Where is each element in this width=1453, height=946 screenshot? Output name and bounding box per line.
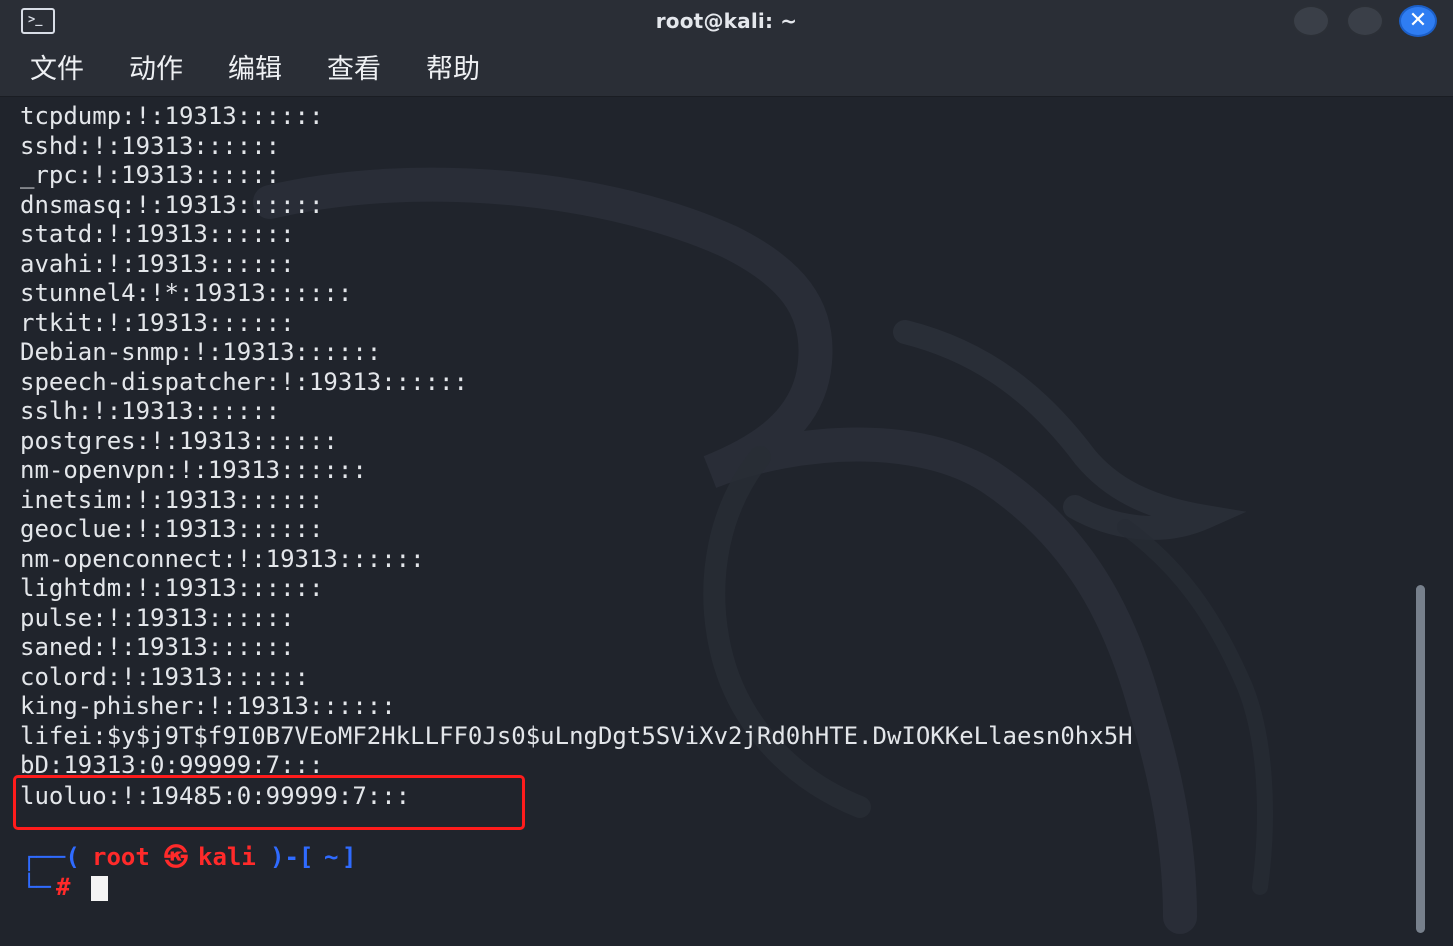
prompt-hash: # bbox=[56, 873, 71, 901]
prompt-host: kali bbox=[198, 843, 256, 871]
prompt-path-close: ] bbox=[342, 843, 357, 871]
output-line: geoclue:!:19313:::::: bbox=[20, 515, 324, 543]
prompt-user: root bbox=[92, 843, 150, 871]
terminal-cursor bbox=[91, 876, 108, 901]
output-line: speech-dispatcher:!:19313:::::: bbox=[20, 367, 468, 396]
prompt-at-symbol: ㉿ bbox=[164, 843, 188, 871]
output-line: colord:!:19313:::::: bbox=[20, 662, 309, 691]
output-line: king-phisher:!:19313:::::: bbox=[20, 692, 396, 720]
output-line: avahi:!:19313:::::: bbox=[20, 249, 295, 278]
highlight-box bbox=[13, 775, 525, 830]
prompt-bottom-left: └─ bbox=[22, 873, 51, 901]
output-line: rtkit:!:19313:::::: bbox=[20, 308, 295, 337]
output-line: pulse:!:19313:::::: bbox=[20, 603, 295, 632]
output-line: postgres:!:19313:::::: bbox=[20, 426, 338, 455]
menu-item-actions[interactable]: 动作 bbox=[129, 54, 183, 86]
close-button[interactable]: ✕ bbox=[1399, 5, 1437, 37]
output-line-hash: lifei:$y$j9T$f9I0B7VEoMF2HkLLFF0Js0$uLng… bbox=[20, 721, 1133, 750]
output-line: lightdm:!:19313:::::: bbox=[20, 574, 324, 602]
output-line: _rpc:!:19313:::::: bbox=[20, 161, 281, 189]
menu-item-file[interactable]: 文件 bbox=[30, 54, 84, 86]
output-line: stunnel4:!*:19313:::::: bbox=[20, 279, 353, 307]
output-line: sslh:!:19313:::::: bbox=[20, 397, 281, 425]
maximize-button[interactable] bbox=[1346, 5, 1384, 37]
prompt-path: ~ bbox=[324, 843, 339, 871]
output-line: saned:!:19313:::::: bbox=[20, 633, 295, 661]
output-line: inetsim:!:19313:::::: bbox=[20, 485, 324, 514]
output-line: Debian-snmp:!:19313:::::: bbox=[20, 338, 382, 366]
prompt-close-and-path-open: )-[ bbox=[270, 843, 314, 871]
menu-item-help[interactable]: 帮助 bbox=[426, 54, 480, 86]
terminal-window: >_ root@kali: ~ ✕ 文件 动作 编辑 查看 帮助 tcpdump… bbox=[0, 0, 1453, 946]
minimize-button[interactable] bbox=[1292, 5, 1330, 37]
vertical-scrollbar[interactable] bbox=[1416, 585, 1425, 933]
output-line: dnsmasq:!:19313:::::: bbox=[20, 190, 324, 219]
output-line: statd:!:19313:::::: bbox=[20, 220, 295, 248]
prompt-top-left: ┌──( bbox=[22, 843, 80, 871]
window-title: root@kali: ~ bbox=[655, 9, 798, 33]
output-line: sshd:!:19313:::::: bbox=[20, 131, 281, 160]
title-bar[interactable]: >_ root@kali: ~ ✕ bbox=[0, 0, 1453, 44]
output-line: nm-openvpn:!:19313:::::: bbox=[20, 456, 367, 484]
terminal-output-area[interactable]: tcpdump:!:19313:::::: sshd:!:19313::::::… bbox=[0, 97, 1453, 946]
output-line: nm-openconnect:!:19313:::::: bbox=[20, 544, 425, 573]
menu-bar: 文件 动作 编辑 查看 帮助 bbox=[0, 44, 1453, 97]
menu-item-edit[interactable]: 编辑 bbox=[228, 54, 282, 86]
close-icon: ✕ bbox=[1408, 8, 1428, 33]
menu-item-view[interactable]: 查看 bbox=[327, 54, 381, 86]
output-line: tcpdump:!:19313:::::: bbox=[20, 102, 324, 130]
